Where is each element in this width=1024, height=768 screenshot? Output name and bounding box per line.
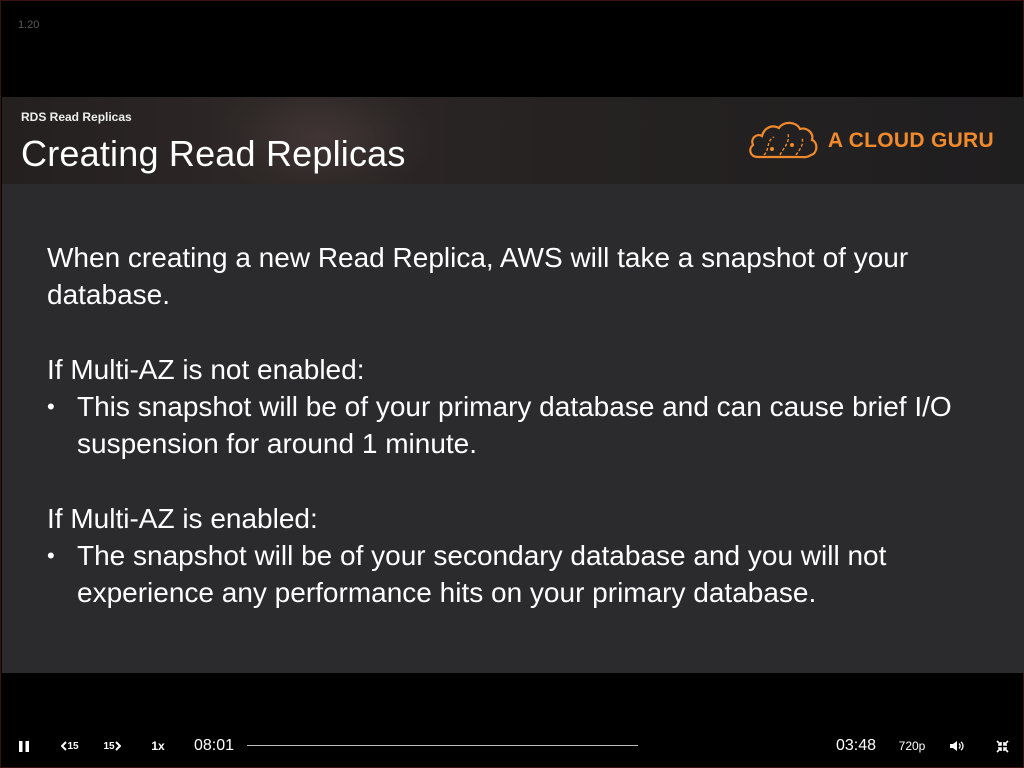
player-version: 1.20 (18, 19, 40, 31)
block-heading: If Multi-AZ is not enabled: (47, 354, 365, 385)
block-heading: If Multi-AZ is enabled: (47, 503, 318, 534)
slide-header: RDS Read Replicas Creating Read Replicas… (2, 97, 1024, 184)
bullet-glyph: • (47, 543, 55, 568)
video-player[interactable]: 1.20 RDS Read Replicas Creating Read Rep… (0, 0, 1024, 768)
bullet-glyph: • (47, 394, 55, 419)
slide-body: When creating a new Read Replica, AWS wi… (47, 239, 997, 649)
exit-fullscreen-button[interactable] (991, 729, 1013, 763)
video-frame[interactable]: RDS Read Replicas Creating Read Replicas… (2, 97, 1024, 673)
section-label: RDS Read Replicas (21, 110, 132, 124)
volume-icon (950, 741, 964, 751)
slide-title: Creating Read Replicas (21, 133, 406, 174)
bullet-text: The snapshot will be of your secondary d… (77, 540, 887, 608)
cloud-logo-icon (749, 121, 818, 159)
playback-rate-button[interactable]: 1x (145, 729, 171, 763)
acloudguru-logo: A CLOUD GURU (746, 119, 994, 163)
progress-bar[interactable] (247, 745, 638, 746)
rewind-15-button[interactable]: 15 (57, 729, 83, 763)
forward-15-button[interactable]: 15 (99, 729, 125, 763)
volume-button[interactable] (945, 729, 969, 763)
elapsed-time: 08:01 (193, 737, 235, 754)
bullet-text: This snapshot will be of your primary da… (77, 391, 952, 459)
forward-label: 15 (103, 740, 115, 752)
play-pause-button[interactable] (13, 729, 35, 763)
pause-icon (19, 740, 29, 752)
bullet-item: • This snapshot will be of your primary … (47, 388, 997, 462)
quality-button[interactable]: 720p (894, 729, 930, 763)
chevron-right-icon (114, 741, 121, 751)
control-bar: 15 15 1x 08:01 03:48 720p (1, 729, 1023, 763)
remaining-time: 03:48 (835, 737, 877, 754)
bullet-item: • The snapshot will be of your secondary… (47, 537, 997, 611)
exit-fullscreen-icon (995, 739, 1009, 753)
rewind-label: 15 (67, 740, 79, 752)
logo-text: A CLOUD GURU (827, 129, 994, 152)
intro-paragraph: When creating a new Read Replica, AWS wi… (47, 242, 909, 310)
